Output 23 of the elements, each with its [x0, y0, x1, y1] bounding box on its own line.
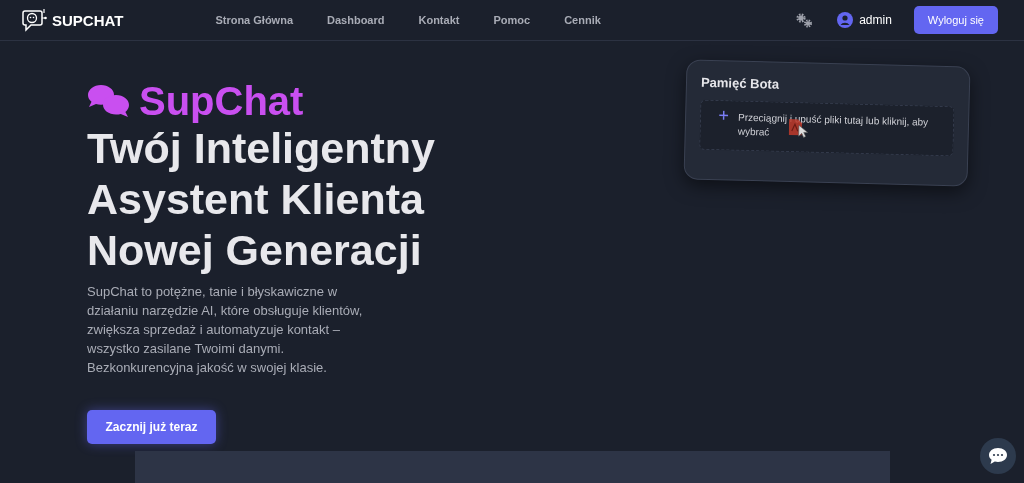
- file-dropzone[interactable]: Przeciągnij i upuść pliki tutaj lub kliknij, aby wybrać: [699, 99, 955, 157]
- hero-heading-line: Twój Inteligentny: [87, 123, 436, 174]
- nav-link[interactable]: Pomoc: [493, 14, 531, 26]
- nav-link[interactable]: Cennik: [564, 14, 601, 26]
- chat-bubble-icon: [988, 447, 1008, 465]
- nav-link[interactable]: Strona Główna: [215, 14, 293, 26]
- hero-heading-line: Asystent Klienta: [87, 174, 426, 225]
- plus-icon: [719, 110, 729, 121]
- gears-icon[interactable]: [795, 12, 814, 28]
- hero-heading-line: Nowej Generacji: [87, 225, 423, 276]
- logout-button[interactable]: Wyloguj się: [913, 6, 998, 34]
- nav-link[interactable]: Kontakt: [418, 14, 460, 26]
- nav-link[interactable]: Dashboard: [327, 14, 385, 26]
- card-title: Pamięć Bota: [700, 74, 781, 94]
- user-avatar-icon[interactable]: [837, 12, 854, 28]
- username: admin: [859, 13, 892, 27]
- hero-brand: SupChat: [139, 78, 304, 124]
- get-started-button[interactable]: Zacznij już teraz: [87, 410, 216, 444]
- robot-chat-logo-icon: [22, 8, 48, 32]
- chat-widget-button[interactable]: [980, 438, 1016, 474]
- brand-name: SUPCHAT: [52, 11, 124, 29]
- chat-bubbles-icon: [87, 84, 130, 118]
- hero-description: SupChat to potężne, tanie i błyskawiczne w działaniu narzędzie AI, które obsługuje klientów, zwiększa sprzedaż i automatyzuje kontakt – wszystko zasilane Twoimi danymi. Bezkonkurencyjna jakość w swojej klasie.: [87, 283, 364, 377]
